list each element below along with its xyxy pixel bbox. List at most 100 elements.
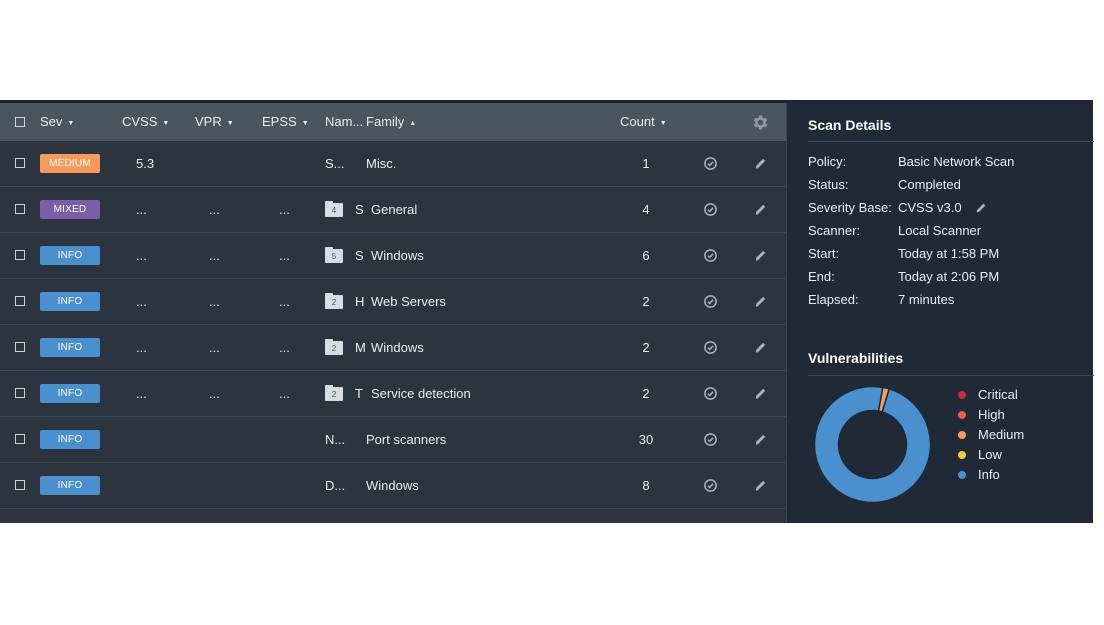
detail-value: Today at 2:06 PM xyxy=(898,269,1000,284)
donut-slice-info[interactable] xyxy=(813,385,932,504)
cvss-cell: ... xyxy=(136,248,147,263)
count-cell: 1 xyxy=(642,156,650,171)
pencil-icon[interactable] xyxy=(753,156,768,171)
table-row[interactable]: INFO......... 5 S Windows 6 xyxy=(0,233,786,279)
table-row[interactable]: INFO......... 2 M Windows 2 xyxy=(0,325,786,371)
detail-label: Status: xyxy=(808,177,849,192)
detail-label: Elapsed: xyxy=(808,292,859,307)
row-checkbox[interactable] xyxy=(15,158,25,168)
name-cell[interactable]: S... xyxy=(325,141,347,186)
column-header-cvss[interactable]: CVSS ▼ xyxy=(122,103,169,141)
family-cell[interactable]: Service detection xyxy=(371,371,471,416)
severity-badge: INFO xyxy=(40,292,100,311)
pencil-icon[interactable] xyxy=(753,432,768,447)
table-row[interactable]: MIXED......... 4 S General 4 xyxy=(0,187,786,233)
table-row[interactable]: MEDIUM 5.3 S... Misc. 1 xyxy=(0,141,786,187)
vulnerabilities-donut-chart xyxy=(813,385,932,504)
legend-label: Critical xyxy=(978,387,1018,402)
count-cell: 6 xyxy=(642,248,650,263)
folder-count: 4 xyxy=(325,203,343,217)
column-header-count[interactable]: Count ▼ xyxy=(620,103,667,141)
table-header: Sev ▼ CVSS ▼ VPR ▼ EPSS ▼ Nam... Family ▲ Cou… xyxy=(0,103,786,141)
family-cell[interactable]: General xyxy=(371,187,417,232)
check-circle-icon[interactable] xyxy=(703,248,718,263)
name-cell[interactable]: D... xyxy=(325,463,347,508)
name-cell[interactable]: T xyxy=(355,371,366,416)
row-checkbox[interactable] xyxy=(15,296,25,306)
detail-value: Today at 1:58 PM xyxy=(898,246,1000,261)
table-row[interactable]: INFO D... Windows 8 xyxy=(0,463,786,509)
name-cell[interactable]: N... xyxy=(325,417,347,462)
scan-details-panel: Scan Details Policy: Basic Network Scan St… xyxy=(786,103,1094,523)
legend-item: Low xyxy=(958,445,1024,465)
legend-label: High xyxy=(978,407,1005,422)
check-circle-icon[interactable] xyxy=(703,386,718,401)
pencil-icon[interactable] xyxy=(753,248,768,263)
row-checkbox[interactable] xyxy=(15,250,25,260)
column-header-sev[interactable]: Sev ▼ xyxy=(40,103,74,141)
column-header-vpr[interactable]: VPR ▼ xyxy=(195,103,234,141)
epss-cell: ... xyxy=(279,386,290,401)
row-checkbox[interactable] xyxy=(15,480,25,490)
column-header-count-label: Count xyxy=(620,114,655,129)
column-header-sev-label: Sev xyxy=(40,114,63,129)
check-circle-icon[interactable] xyxy=(703,432,718,447)
folder-icon: 2 xyxy=(325,339,343,355)
family-cell[interactable]: Windows xyxy=(366,463,419,508)
vpr-cell: ... xyxy=(209,340,220,355)
pencil-icon[interactable] xyxy=(753,294,768,309)
severity-badge: INFO xyxy=(40,430,100,449)
row-checkbox[interactable] xyxy=(15,204,25,214)
pencil-icon[interactable] xyxy=(753,386,768,401)
legend-dot xyxy=(958,391,966,399)
pencil-icon[interactable] xyxy=(753,202,768,217)
column-header-epss[interactable]: EPSS ▼ xyxy=(262,103,309,141)
column-header-cvss-label: CVSS xyxy=(122,114,158,129)
epss-cell: ... xyxy=(279,294,290,309)
row-checkbox[interactable] xyxy=(15,342,25,352)
row-checkbox[interactable] xyxy=(15,388,25,398)
gear-icon[interactable] xyxy=(751,113,770,132)
check-circle-icon[interactable] xyxy=(703,478,718,493)
folder-count: 2 xyxy=(325,341,343,355)
check-circle-icon[interactable] xyxy=(703,202,718,217)
family-cell[interactable]: Windows xyxy=(371,233,424,278)
legend-label: Low xyxy=(978,447,1002,462)
legend-item: Medium xyxy=(958,425,1024,445)
family-cell[interactable]: Port scanners xyxy=(366,417,446,462)
cvss-cell: ... xyxy=(136,340,147,355)
count-cell: 2 xyxy=(642,294,650,309)
name-cell[interactable]: H xyxy=(355,279,366,324)
detail-row: Elapsed: 7 minutes xyxy=(808,288,1088,311)
detail-row: Start: Today at 1:58 PM xyxy=(808,242,1088,265)
edit-severity-base-icon[interactable] xyxy=(974,199,988,213)
chart-legend: Critical High Medium Low Info xyxy=(958,385,1024,485)
check-circle-icon[interactable] xyxy=(703,294,718,309)
pencil-icon[interactable] xyxy=(753,340,768,355)
pencil-icon[interactable] xyxy=(753,478,768,493)
select-all-checkbox[interactable] xyxy=(15,117,25,127)
name-cell[interactable]: S xyxy=(355,187,366,232)
scan-results-view: Sev ▼ CVSS ▼ VPR ▼ EPSS ▼ Nam... Family ▲ Cou… xyxy=(0,100,1094,523)
cvss-cell: ... xyxy=(136,294,147,309)
count-cell: 30 xyxy=(638,432,654,447)
family-cell[interactable]: Windows xyxy=(371,325,424,370)
name-cell[interactable]: S xyxy=(355,233,366,278)
vpr-cell: ... xyxy=(209,202,220,217)
table-row[interactable]: INFO N... Port scanners 30 xyxy=(0,417,786,463)
family-cell[interactable]: Web Servers xyxy=(371,279,446,324)
table-row[interactable]: INFO......... 2 H Web Servers 2 xyxy=(0,279,786,325)
vpr-cell: ... xyxy=(209,294,220,309)
row-checkbox[interactable] xyxy=(15,434,25,444)
cvss-cell: 5.3 xyxy=(136,156,155,171)
name-cell[interactable]: M xyxy=(355,325,366,370)
family-cell[interactable]: Misc. xyxy=(366,141,396,186)
column-header-family[interactable]: Family ▲ xyxy=(366,103,416,141)
check-circle-icon[interactable] xyxy=(703,340,718,355)
table-row[interactable]: INFO......... 2 T Service detection 2 xyxy=(0,371,786,417)
check-circle-icon[interactable] xyxy=(703,156,718,171)
vpr-cell: ... xyxy=(209,386,220,401)
column-header-name[interactable]: Nam... xyxy=(325,103,363,141)
detail-value: Completed xyxy=(898,177,961,192)
detail-value: CVSS v3.0 xyxy=(898,200,962,215)
